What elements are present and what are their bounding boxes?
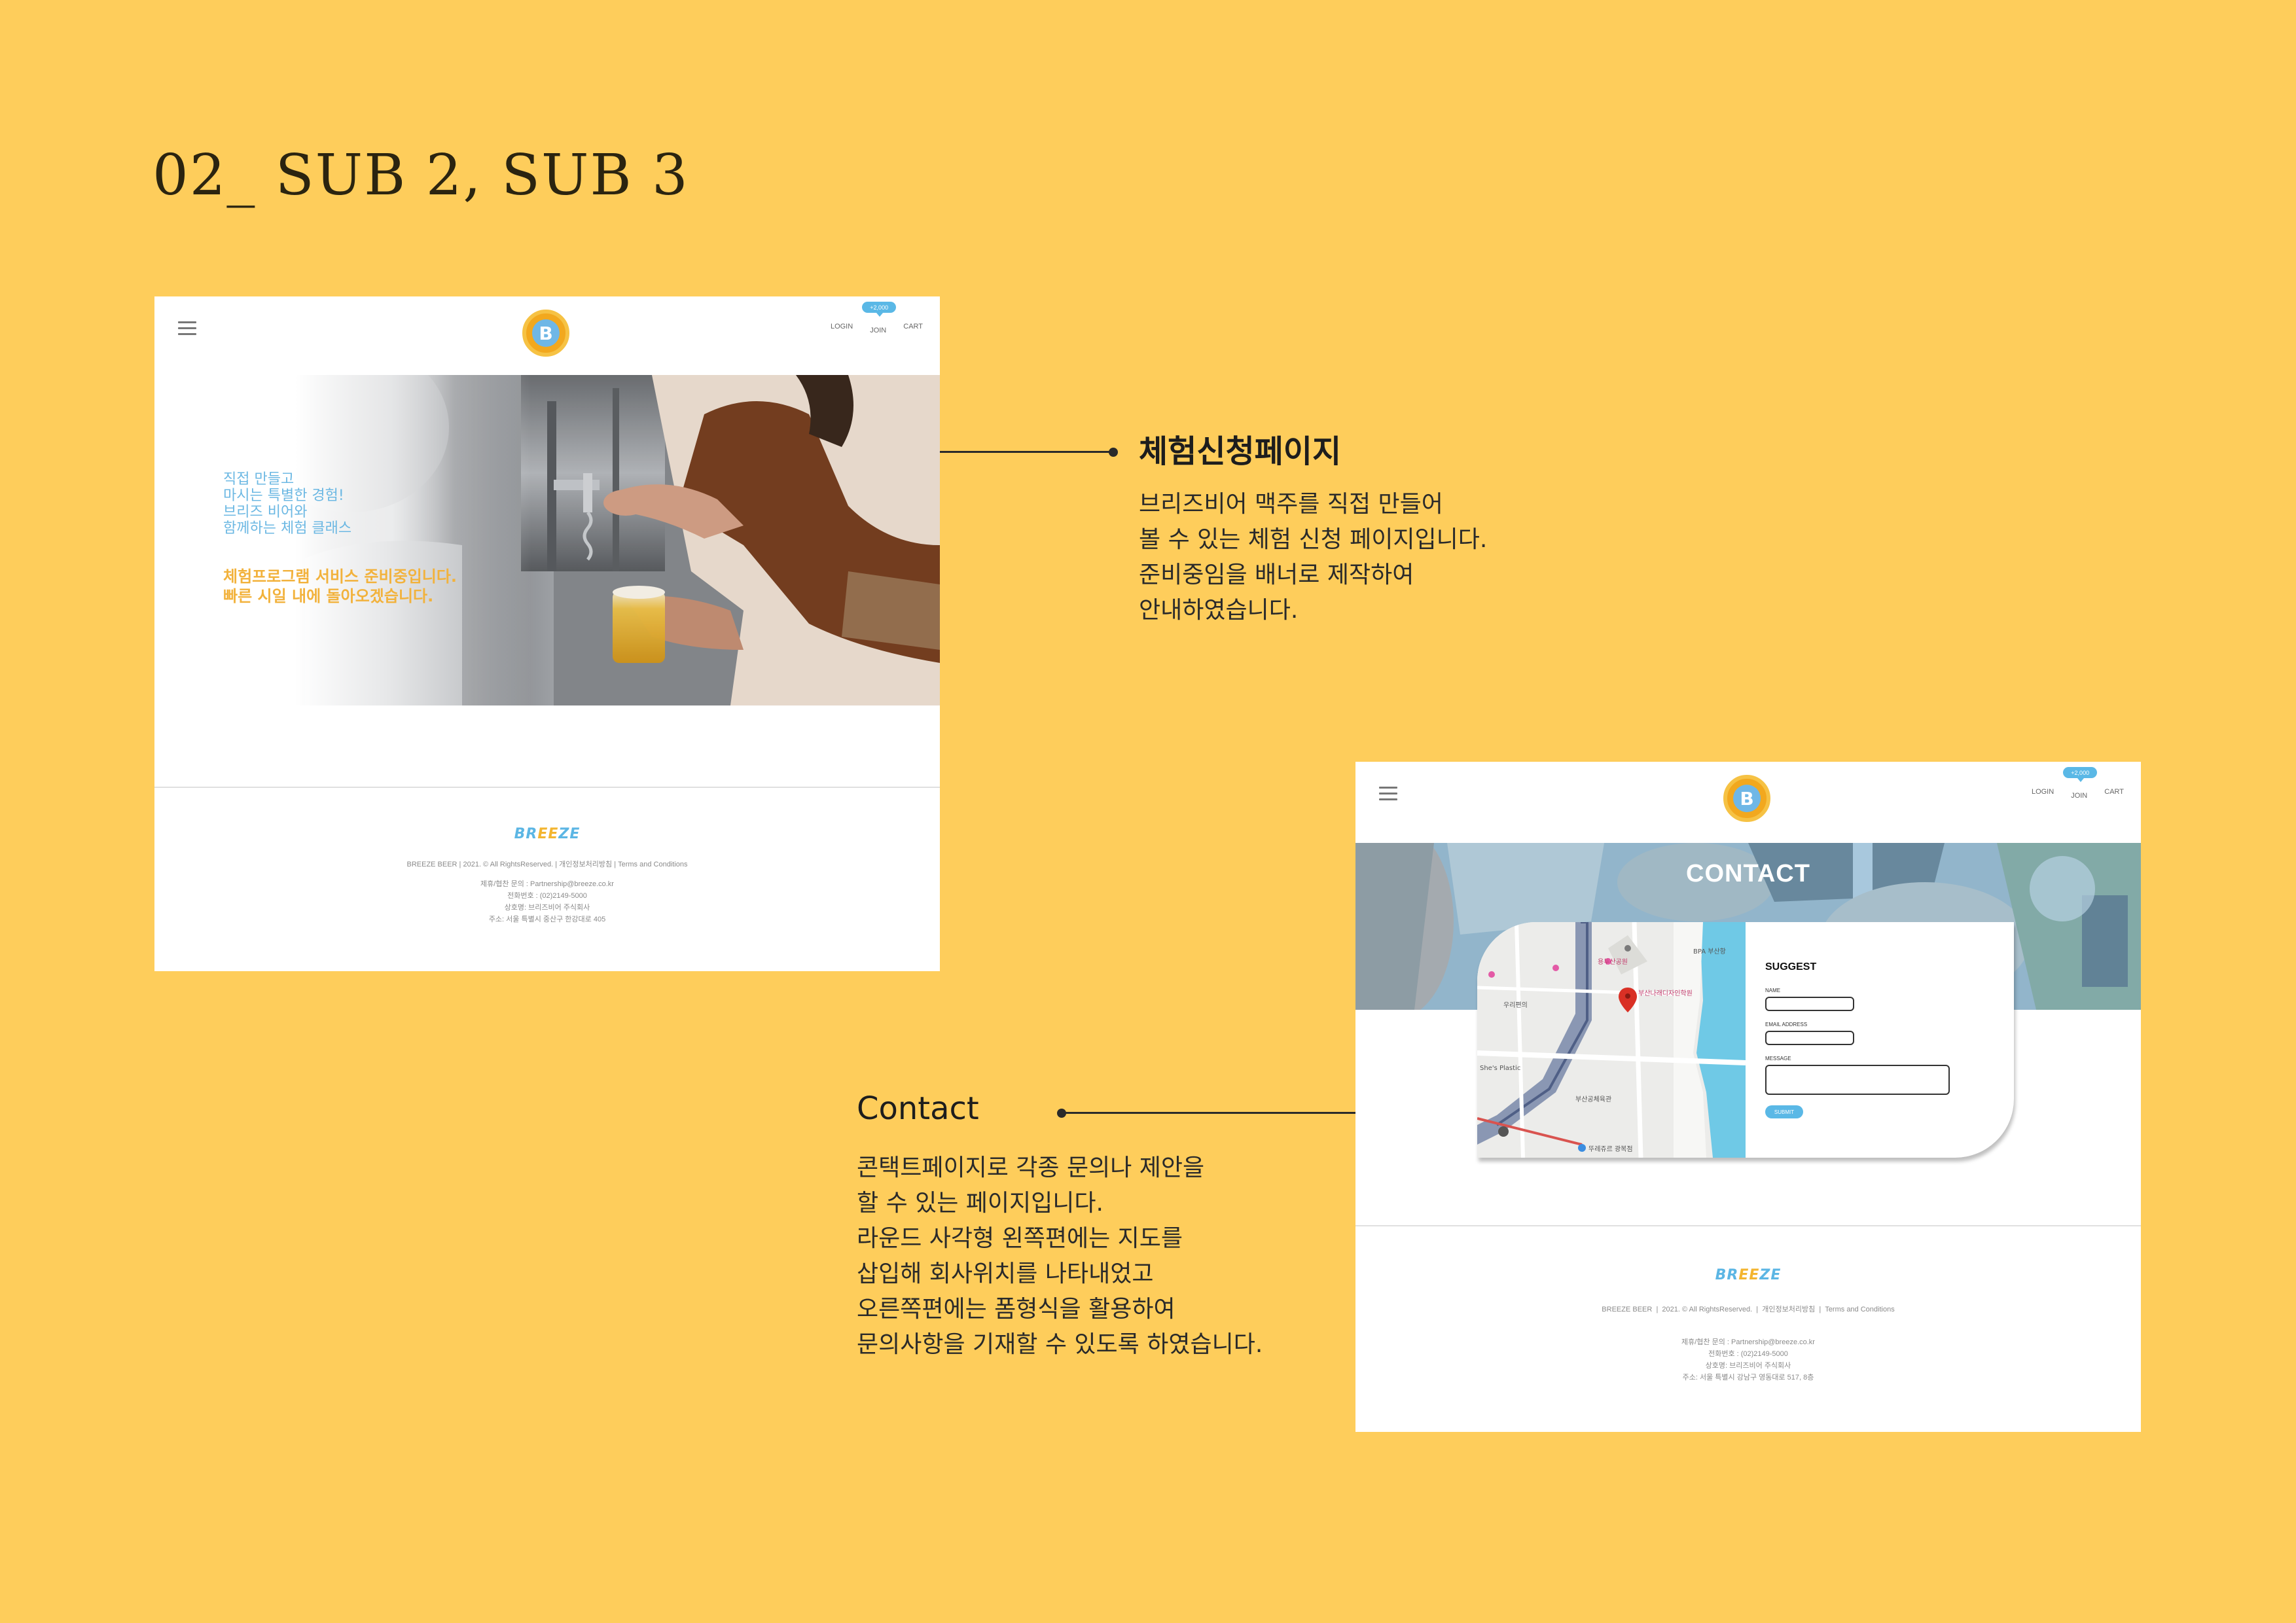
cart-link[interactable]: CART (903, 323, 923, 335)
login-link[interactable]: LOGIN (2032, 788, 2054, 800)
footer-brand: BREEZE BEER (1602, 1306, 1653, 1313)
sub3-page-mockup: B LOGIN +2,000 JOIN CART CONTACT 부산나래디자인… (1355, 762, 2141, 1432)
join-link[interactable]: JOIN (2071, 792, 2087, 800)
contact-annotation-body: 콘택트페이지로 각종 문의나 제안을 할 수 있는 페이지입니다. 라운드 사각… (857, 1150, 1263, 1363)
map-label: BPA 부산항 (1693, 948, 1726, 955)
header-nav: LOGIN +2,000 JOIN CART (2032, 767, 2124, 800)
contact-annotation-heading: Contact (857, 1090, 979, 1127)
experience-banner: 직접 만들고 마시는 특별한 경험! 브리즈 비어와 함께하는 체험 클래스 체… (154, 375, 940, 705)
banner-fade-overlay (154, 375, 940, 705)
footer-contact-line: 제휴/협찬 문의 : Partnership@breeze.co.kr (480, 880, 614, 888)
experience-annotation-body: 브리즈비어 맥주를 직접 만들어 볼 수 있는 체험 신청 페이지입니다. 준비… (1139, 487, 1487, 628)
map-label: 부산나래디자인학원 (1638, 990, 1693, 997)
map-label: 뚜레쥬르 광복점 (1588, 1146, 1633, 1153)
footer-copyright-line: BREEZE BEER | 2021. © All RightsReserved… (406, 861, 688, 868)
annotation-line: 볼 수 있는 체험 신청 페이지입니다. (1139, 526, 1488, 553)
annotation-line: 할 수 있는 페이지입니다. (857, 1190, 1103, 1217)
notice-line: 체험프로그램 서비스 준비중입니다. (223, 567, 457, 586)
footer-contact-line: 주소: 서울 특별시 중산구 한강대로 405 (488, 916, 606, 923)
banner-line: 마시는 특별한 경험! (223, 488, 344, 504)
email-field[interactable] (1765, 1031, 1854, 1045)
footer-contact-line: 전화번호 : (02)2149-5000 (1708, 1350, 1788, 1358)
preparing-notice: 체험프로그램 서비스 준비중입니다. 빠른 시일 내에 돌아오겠습니다. (223, 567, 457, 606)
annotation-line: 안내하였습니다. (1139, 597, 1299, 624)
map-label: She's Plastic (1480, 1065, 1521, 1072)
login-link[interactable]: LOGIN (831, 323, 853, 335)
footer-copyright: 2021. © All RightsReserved. (1662, 1306, 1753, 1313)
footer-links: BREEZE BEER | 2021. © All RightsReserved… (1602, 1306, 1895, 1313)
points-badge: +2,000 (862, 302, 897, 317)
page-title: 02_ SUB 2, SUB 3 (152, 143, 689, 208)
banner-copy: 직접 만들고 마시는 특별한 경험! 브리즈 비어와 함께하는 체험 클래스 (223, 471, 351, 537)
annotation-line: 브리즈비어 맥주를 직접 만들어 (1139, 491, 1443, 518)
site-header: B LOGIN +2,000 JOIN CART (1355, 762, 2141, 840)
contact-card: 부산나래디자인학원 우리편의 She's Plastic 부산공체육관 뚜레쥬르… (1477, 922, 2014, 1158)
sub2-page-mockup: B LOGIN +2,000 JOIN CART 직접 만들고 마시는 특별한 … (154, 296, 940, 971)
footer-contact-line: 주소: 서울 특별시 강남구 영동대로 517, 8층 (1682, 1374, 1814, 1382)
join-wrapper: +2,000 JOIN (862, 302, 897, 335)
annotation-line: 라운드 사각형 왼쪽편에는 지도를 (857, 1225, 1183, 1252)
suggest-form: SUGGEST NAME EMAIL ADDRESS MESSAGE SUBMI… (1746, 922, 2014, 1158)
footer-contact-line: 상호명: 브리즈비어 주식회사 (1705, 1362, 1791, 1370)
privacy-policy-link[interactable]: 개인정보처리방침 (1762, 1306, 1815, 1313)
site-header: B LOGIN +2,000 JOIN CART (154, 296, 940, 375)
footer-contact-line: 상호명: 브리즈비어 주식회사 (504, 904, 590, 912)
annotation-dot (1109, 448, 1118, 457)
banner-line: 함께하는 체험 클래스 (223, 520, 352, 537)
cart-link[interactable]: CART (2104, 788, 2124, 800)
site-footer: BREEZE BREEZE BEER | 2021. © All RightsR… (154, 787, 940, 971)
banner-line: 직접 만들고 (223, 471, 295, 488)
annotation-connector (940, 451, 1113, 453)
footer-logo-part: ZE (1759, 1267, 1782, 1283)
notice-line: 빠른 시일 내에 돌아오겠습니다. (223, 587, 434, 605)
footer-logo-part: EE (1738, 1267, 1760, 1283)
annotation-line: 삽입해 회사위치를 나타내었고 (857, 1260, 1154, 1287)
location-map[interactable]: 부산나래디자인학원 우리편의 She's Plastic 부산공체육관 뚜레쥬르… (1477, 922, 1746, 1158)
annotation-line: 문의사항을 기재할 수 있도록 하였습니다. (857, 1331, 1263, 1358)
join-wrapper: +2,000 JOIN (2063, 767, 2098, 800)
header-nav: LOGIN +2,000 JOIN CART (831, 302, 923, 335)
join-link[interactable]: JOIN (870, 327, 886, 334)
brand-logo[interactable]: B (1723, 775, 1770, 822)
name-field[interactable] (1765, 997, 1854, 1011)
annotation-connector (1062, 1112, 1355, 1114)
name-label: NAME (1765, 988, 1781, 993)
terms-link[interactable]: Terms and Conditions (1825, 1306, 1894, 1313)
annotation-line: 준비중임을 배너로 제작하여 (1139, 562, 1414, 588)
map-label: 부산공체육관 (1575, 1096, 1612, 1103)
site-footer: BREEZE BREEZE BEER | 2021. © All RightsR… (1355, 1225, 2141, 1432)
logo-letter: B (1733, 785, 1761, 812)
footer-logo-part: ZE (558, 826, 581, 842)
message-label: MESSAGE (1765, 1056, 1791, 1061)
contact-banner-title: CONTACT (1686, 860, 1810, 887)
message-field[interactable] (1765, 1065, 1950, 1095)
footer-logo: BREEZE (1355, 1267, 2141, 1283)
points-badge: +2,000 (2063, 767, 2098, 782)
menu-icon[interactable] (1379, 787, 1397, 801)
menu-icon[interactable] (178, 321, 196, 336)
brand-logo[interactable]: B (522, 310, 569, 357)
footer-logo-part: EE (537, 826, 559, 842)
logo-letter: B (532, 319, 560, 347)
annotation-line: 오른쪽편에는 폼형식을 활용하여 (857, 1296, 1175, 1323)
footer-contact-line: 제휴/협찬 문의 : Partnership@breeze.co.kr (1681, 1338, 1815, 1346)
footer-logo: BREEZE (154, 826, 940, 842)
map-label: 우리편의 (1503, 1002, 1528, 1009)
form-title: SUGGEST (1765, 961, 1817, 972)
annotation-line: 콘택트페이지로 각종 문의나 제안을 (857, 1154, 1205, 1181)
banner-line: 브리즈 비어와 (223, 504, 308, 520)
email-label: EMAIL ADDRESS (1765, 1022, 1808, 1027)
experience-annotation-heading: 체험신청페이지 (1139, 433, 1342, 470)
map-label: 용두산공원 (1598, 959, 1628, 966)
footer-logo-part: BR (1715, 1267, 1739, 1283)
submit-button[interactable]: SUBMIT (1765, 1105, 1803, 1118)
footer-logo-part: BR (514, 826, 538, 842)
footer-contact-line: 전화번호 : (02)2149-5000 (507, 892, 587, 900)
